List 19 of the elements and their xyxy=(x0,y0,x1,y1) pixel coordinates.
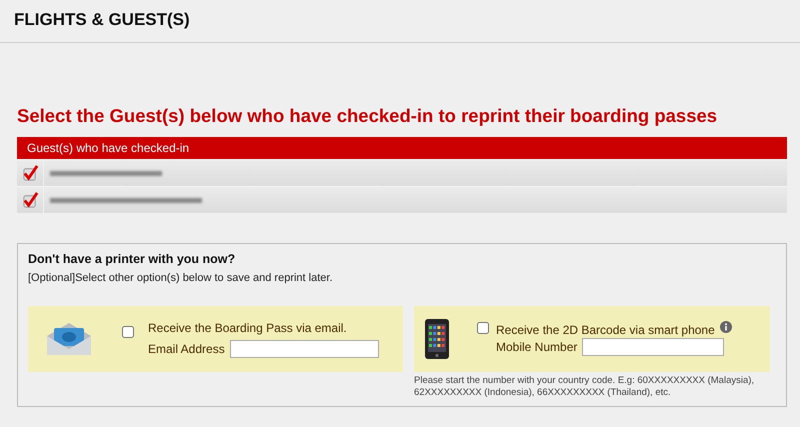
option-checkbox[interactable] xyxy=(122,326,134,338)
instruction-heading: Select the Guest(s) below who have checked-in to reprint their boarding passes xyxy=(17,105,718,127)
section-title: Don't have a printer with you now? xyxy=(28,252,236,266)
section-subtitle: [Optional]Select other option(s) below to save and reprint later. xyxy=(28,272,334,284)
checkbox[interactable] xyxy=(22,192,38,208)
page-title: FLIGHTS & GUEST(S) xyxy=(14,10,191,31)
envelope-icon xyxy=(46,322,92,356)
checkbox[interactable] xyxy=(22,164,38,182)
field-label: Mobile Number xyxy=(496,340,578,354)
field-label: Email Address xyxy=(148,342,225,356)
option-label: Receive the 2D Barcode via smart phone xyxy=(496,322,715,336)
option-label: Receive the Boarding Pass via email. xyxy=(148,320,347,334)
phone-icon xyxy=(425,319,449,359)
option-checkbox[interactable] xyxy=(477,322,489,334)
input-field[interactable] xyxy=(230,340,379,358)
help-text: Please start the number with your country code. E.g: 60XXXXXXXXX (Malaysia), 62XXXXXXXXX (Indonesia), 66XXXXXXXXX (Thailand), etc. xyxy=(414,375,756,400)
input-field[interactable] xyxy=(582,338,724,356)
info-icon[interactable] xyxy=(720,320,732,332)
table-header: Guest(s) who have checked-in xyxy=(17,137,787,159)
